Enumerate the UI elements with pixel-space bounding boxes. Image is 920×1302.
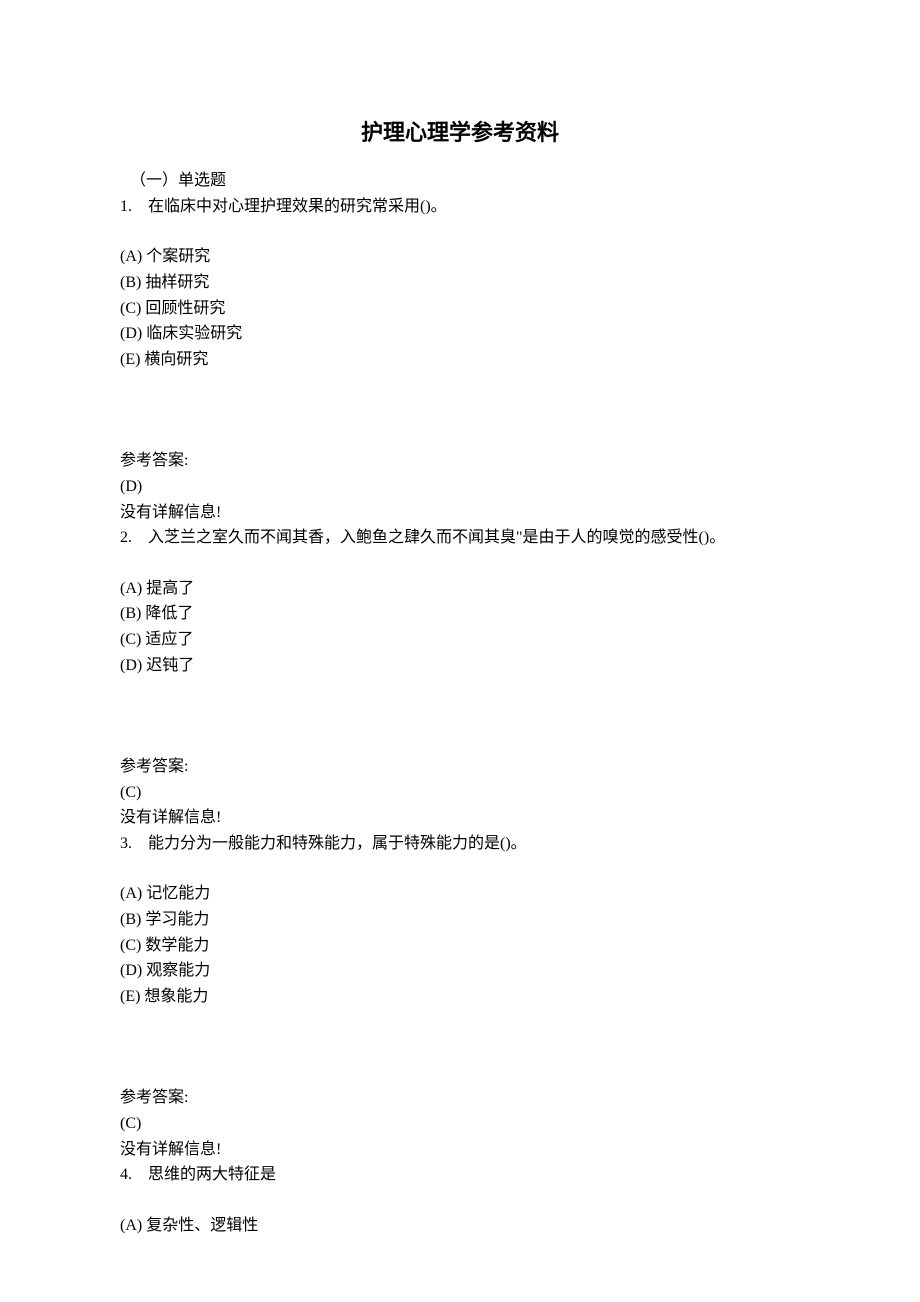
option-a: (A) 个案研究 — [120, 244, 800, 270]
no-detail: 没有详解信息! — [120, 1137, 800, 1163]
option-d: (D) 临床实验研究 — [120, 321, 800, 347]
option-c: (C) 回顾性研究 — [120, 296, 800, 322]
options-list: (A) 个案研究 (B) 抽样研究 (C) 回顾性研究 (D) 临床实验研究 (… — [120, 244, 800, 372]
question-number: 2. — [120, 529, 132, 546]
option-d: (D) 观察能力 — [120, 958, 800, 984]
question-stem: 2. 入芝兰之室久而不闻其香，入鲍鱼之肆久而不闻其臭"是由于人的嗅觉的感受性()… — [120, 525, 800, 551]
answer-label: 参考答案: — [120, 754, 800, 780]
question-block: 3. 能力分为一般能力和特殊能力，属于特殊能力的是()。 (A) 记忆能力 (B… — [120, 831, 800, 1162]
option-b: (B) 降低了 — [120, 601, 800, 627]
options-list: (A) 复杂性、逻辑性 — [120, 1213, 800, 1239]
answer-block: 参考答案: (C) 没有详解信息! — [120, 754, 800, 831]
answer-block: 参考答案: (C) 没有详解信息! — [120, 1085, 800, 1162]
answer-value: (C) — [120, 780, 800, 806]
question-block: 4. 思维的两大特征是 (A) 复杂性、逻辑性 — [120, 1162, 800, 1238]
answer-block: 参考答案: (D) 没有详解信息! — [120, 448, 800, 525]
option-c: (C) 数学能力 — [120, 933, 800, 959]
question-stem: 1. 在临床中对心理护理效果的研究常采用()。 — [120, 194, 800, 220]
option-c: (C) 适应了 — [120, 627, 800, 653]
no-detail: 没有详解信息! — [120, 805, 800, 831]
option-e: (E) 想象能力 — [120, 984, 800, 1010]
question-block: 2. 入芝兰之室久而不闻其香，入鲍鱼之肆久而不闻其臭"是由于人的嗅觉的感受性()… — [120, 525, 800, 831]
question-stem: 3. 能力分为一般能力和特殊能力，属于特殊能力的是()。 — [120, 831, 800, 857]
question-stem: 4. 思维的两大特征是 — [120, 1162, 800, 1188]
option-b: (B) 学习能力 — [120, 907, 800, 933]
option-e: (E) 横向研究 — [120, 347, 800, 373]
question-number: 4. — [120, 1166, 132, 1183]
question-text: 思维的两大特征是 — [148, 1166, 276, 1183]
answer-value: (D) — [120, 474, 800, 500]
option-a: (A) 提高了 — [120, 576, 800, 602]
option-a: (A) 复杂性、逻辑性 — [120, 1213, 800, 1239]
page-title: 护理心理学参考资料 — [120, 115, 800, 150]
section-header: （一）单选题 — [120, 168, 800, 194]
answer-label: 参考答案: — [120, 1085, 800, 1111]
options-list: (A) 提高了 (B) 降低了 (C) 适应了 (D) 迟钝了 — [120, 576, 800, 678]
option-d: (D) 迟钝了 — [120, 653, 800, 679]
question-block: 1. 在临床中对心理护理效果的研究常采用()。 (A) 个案研究 (B) 抽样研… — [120, 194, 800, 525]
answer-label: 参考答案: — [120, 448, 800, 474]
question-number: 1. — [120, 198, 132, 215]
question-text: 在临床中对心理护理效果的研究常采用()。 — [148, 198, 447, 215]
question-text: 能力分为一般能力和特殊能力，属于特殊能力的是()。 — [148, 835, 527, 852]
options-list: (A) 记忆能力 (B) 学习能力 (C) 数学能力 (D) 观察能力 (E) … — [120, 881, 800, 1009]
option-b: (B) 抽样研究 — [120, 270, 800, 296]
question-text: 入芝兰之室久而不闻其香，入鲍鱼之肆久而不闻其臭"是由于人的嗅觉的感受性()。 — [148, 529, 725, 546]
question-number: 3. — [120, 835, 132, 852]
answer-value: (C) — [120, 1111, 800, 1137]
no-detail: 没有详解信息! — [120, 500, 800, 526]
option-a: (A) 记忆能力 — [120, 881, 800, 907]
